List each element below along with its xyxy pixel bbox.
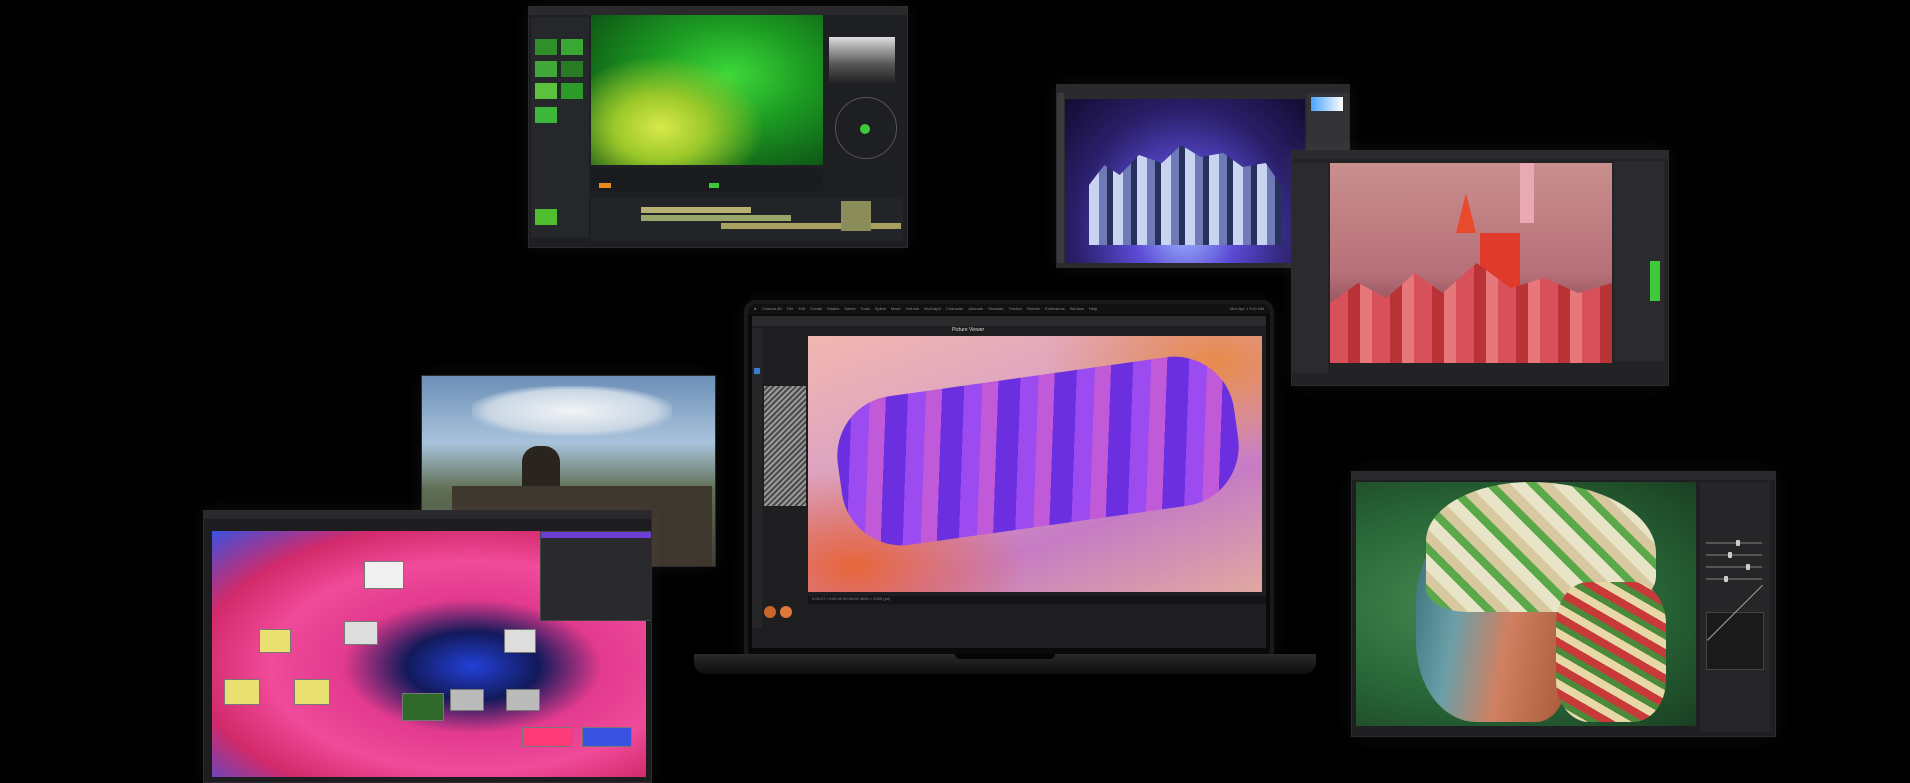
macbook-base [694, 654, 1316, 674]
slider[interactable] [1706, 564, 1762, 570]
twisted-ribbon [829, 348, 1247, 554]
thumbnail[interactable] [535, 39, 557, 55]
menu-item[interactable]: Animate [968, 306, 983, 311]
node-tile[interactable] [224, 679, 260, 705]
thumbnail[interactable] [535, 209, 557, 225]
node-tile[interactable] [344, 621, 378, 645]
apple-icon[interactable]: ● [754, 306, 756, 311]
menu-item[interactable]: Simulate [988, 306, 1004, 311]
swatch-row[interactable] [764, 606, 806, 620]
node-editor-window [203, 510, 652, 783]
title-bar [1292, 151, 1668, 159]
cone-spire [1456, 193, 1476, 233]
menu-item[interactable]: Modes [827, 306, 839, 311]
toolbar[interactable] [752, 316, 1266, 326]
parameters-panel[interactable] [540, 531, 651, 621]
menu-item[interactable]: Select [844, 306, 855, 311]
timeline-clip[interactable] [721, 223, 901, 229]
tool-strip[interactable] [752, 328, 762, 628]
menu-item[interactable]: Character [946, 306, 964, 311]
thumbnail[interactable] [561, 39, 583, 55]
title-bar [1057, 85, 1349, 92]
picture-viewer [808, 336, 1262, 592]
menu-item[interactable]: Tracker [1009, 306, 1022, 311]
slider[interactable] [1706, 540, 1762, 546]
portrait-editor-window [1351, 471, 1776, 737]
city-render-viewport [1330, 163, 1612, 363]
color-grading-window [528, 6, 908, 248]
menu-item[interactable]: MoGraph [924, 306, 941, 311]
outliner-panel[interactable] [1614, 161, 1664, 361]
menu-item[interactable]: File [787, 306, 793, 311]
timeline-clip[interactable] [641, 215, 791, 221]
node-tile[interactable] [450, 689, 484, 711]
transport-controls[interactable] [591, 169, 823, 191]
thumbnail[interactable] [535, 107, 557, 123]
trackpad-notch [955, 654, 1055, 659]
node-tile[interactable] [402, 693, 444, 721]
mesh-preview [764, 386, 806, 506]
node-tile[interactable] [582, 727, 632, 747]
menu-item[interactable]: Spline [875, 306, 886, 311]
menu-item[interactable]: Volume [906, 306, 919, 311]
clouds [472, 386, 672, 436]
thumbnail[interactable] [535, 83, 557, 99]
menu-item[interactable]: Help [1089, 306, 1097, 311]
thumbnail[interactable] [561, 61, 583, 77]
menu-item[interactable]: Edit [798, 306, 805, 311]
timeline[interactable] [591, 199, 903, 241]
slider[interactable] [1706, 576, 1762, 582]
node-tile[interactable] [522, 727, 572, 747]
node-tile[interactable] [506, 689, 540, 711]
macbook-screen: ● Cinema 4D File Edit Create Modes Select Tool… [744, 300, 1274, 662]
city-blocks [1330, 263, 1612, 363]
pink-tower [1520, 163, 1534, 223]
slider[interactable] [1706, 552, 1762, 558]
waveform-scope [829, 37, 895, 83]
node-tile[interactable] [364, 561, 404, 589]
status-bar: 0:00:27 / 0:00:00 00:00:00 4000 × 2200 (… [808, 596, 1266, 604]
viewer-title: Picture Viewer [952, 327, 985, 333]
3d-render-window [1291, 150, 1669, 386]
tool-palette[interactable] [1057, 93, 1064, 263]
menu-item[interactable]: Window [1070, 306, 1084, 311]
vectorscope [835, 97, 897, 159]
timeline-clip[interactable] [841, 201, 871, 231]
properties-panel[interactable] [1292, 163, 1328, 373]
menu-item[interactable]: Cinema 4D [762, 306, 782, 311]
title-bar [529, 7, 907, 15]
menu-items[interactable]: Cinema 4D File Edit Create Modes Select Tools S… [762, 306, 1182, 311]
node-tile[interactable] [294, 679, 330, 705]
dancers-canvas [1065, 99, 1305, 263]
timeline-clip[interactable] [641, 207, 751, 213]
tone-curve[interactable] [1706, 584, 1764, 670]
node-tile[interactable] [259, 629, 291, 653]
title-bar [1352, 472, 1775, 480]
thumbnail[interactable] [535, 61, 557, 77]
thumbnail[interactable] [561, 83, 583, 99]
menu-item[interactable]: Mesh [891, 306, 901, 311]
adjustments-panel[interactable] [1700, 482, 1770, 732]
green-smoke-viewer [591, 15, 823, 165]
menu-item[interactable]: Create [810, 306, 822, 311]
node-tile[interactable] [504, 629, 536, 653]
menu-bar: ● Cinema 4D File Edit Create Modes Select Tool… [748, 304, 1270, 314]
app-window: Picture Viewer 0:00:27 / 0:00:00 00:00:0… [752, 316, 1266, 648]
scarf-wrap [1556, 582, 1666, 722]
menu-item[interactable]: Extensions [1045, 306, 1065, 311]
menu-item[interactable]: Tools [861, 306, 870, 311]
menu-clock: Mon Apr 1 9:41 AM [1229, 306, 1264, 311]
media-pool [531, 17, 589, 237]
portrait-canvas [1356, 482, 1696, 726]
menu-item[interactable]: Render [1027, 306, 1040, 311]
dancer-group [1089, 145, 1281, 245]
title-bar [204, 511, 651, 519]
